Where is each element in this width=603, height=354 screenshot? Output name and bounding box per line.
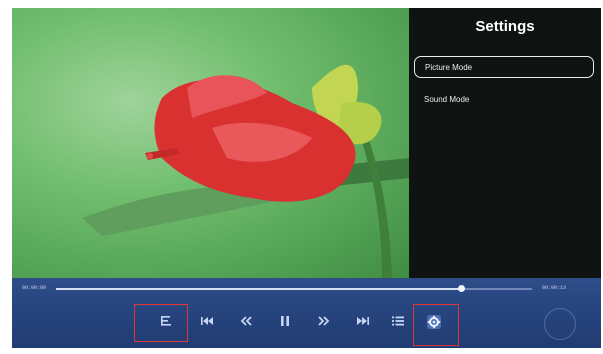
flower-image [82,64,409,278]
menu-item-sound-mode[interactable]: Sound Mode [414,89,594,111]
rewind-icon[interactable] [235,310,257,332]
settings-title: Settings [475,18,535,35]
progress-handle[interactable] [457,285,465,292]
settings-panel: Settings Picture Mode Sound Mode [409,8,601,278]
next-icon[interactable] [352,310,374,332]
tv-screen: Settings Picture Mode Sound Mode 00:00:0… [12,8,601,348]
settings-gear-icon[interactable] [423,311,445,333]
menu-item-picture-mode[interactable]: Picture Mode [414,56,594,78]
progress-bar[interactable] [56,285,532,292]
progress-fill [56,288,461,290]
playlist-icon[interactable] [387,310,409,332]
watermark-logo [544,308,576,340]
total-time: 00:00:13 [542,285,567,291]
elapsed-time: 00:00:00 [22,285,47,291]
pause-icon[interactable] [274,310,296,332]
fast-forward-icon[interactable] [313,310,335,332]
video-frame [12,8,409,278]
previous-icon[interactable] [196,310,218,332]
player-control-bar: 00:00:00 00:00:13 [12,278,601,348]
subtitle-icon[interactable] [155,310,177,332]
